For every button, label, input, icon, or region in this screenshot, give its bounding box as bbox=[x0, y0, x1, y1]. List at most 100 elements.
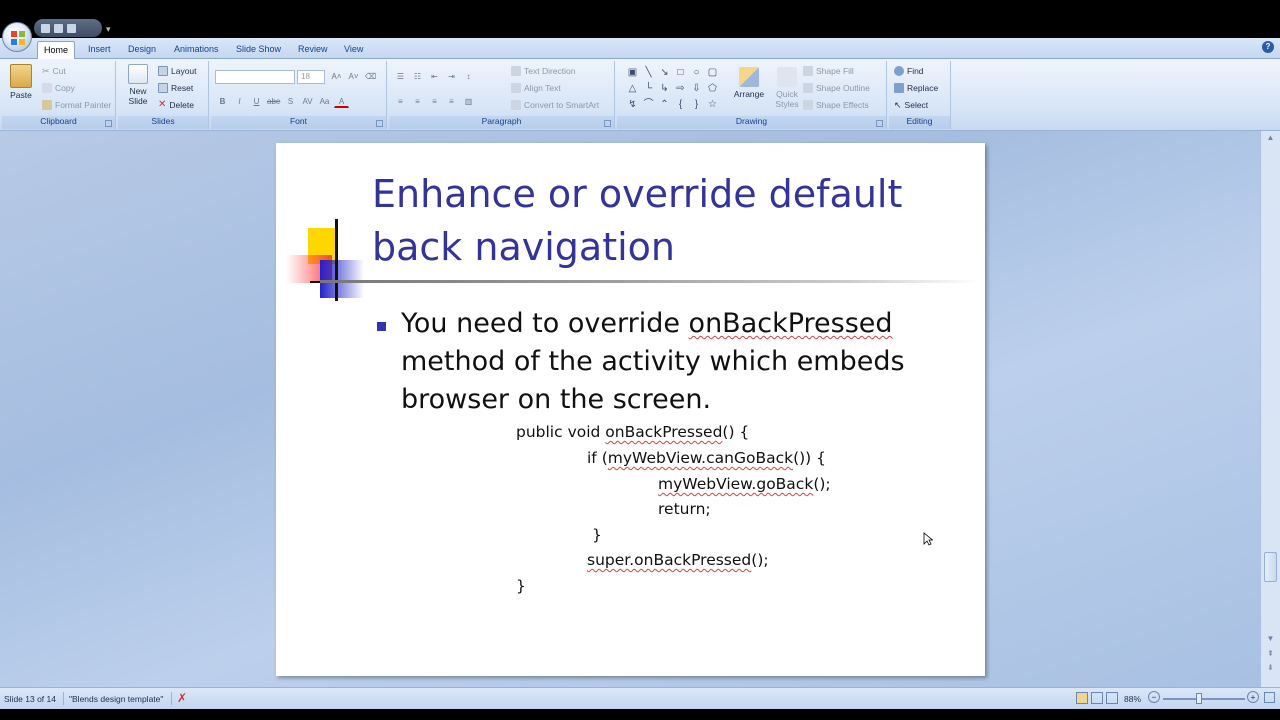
replace-button[interactable]: Replace bbox=[894, 83, 938, 93]
shape-effects-button[interactable]: Shape Effects bbox=[803, 100, 869, 110]
next-slide-icon[interactable]: ⇟ bbox=[1265, 663, 1276, 673]
slide-canvas[interactable]: Enhance or override default back navigat… bbox=[276, 143, 985, 676]
convert-smartart-button[interactable]: Convert to SmartArt bbox=[511, 100, 599, 110]
align-left-icon[interactable]: ≡ bbox=[393, 95, 408, 108]
tab-insert[interactable]: Insert bbox=[82, 41, 117, 59]
oval-shape-icon[interactable]: ○ bbox=[689, 66, 704, 79]
vertical-scrollbar[interactable]: ▲ ▼ ⇞ ⇟ bbox=[1260, 131, 1280, 687]
align-center-icon[interactable]: ≡ bbox=[410, 95, 425, 108]
curve-shape-icon[interactable]: ⌒ bbox=[641, 98, 656, 111]
paragraph-launcher-icon[interactable] bbox=[604, 120, 611, 127]
scroll-thumb[interactable] bbox=[1264, 552, 1277, 582]
arc-shape-icon[interactable]: ⌃ bbox=[657, 98, 672, 111]
qat-customize-icon[interactable]: ▾ bbox=[106, 24, 111, 35]
copy-button[interactable]: Copy bbox=[42, 83, 75, 93]
tab-review[interactable]: Review bbox=[292, 41, 334, 59]
scroll-up-icon[interactable]: ▲ bbox=[1265, 133, 1276, 143]
cut-button[interactable]: ✂ Cut bbox=[42, 66, 66, 76]
tab-home[interactable]: Home bbox=[37, 41, 76, 60]
spell-check-icon[interactable]: ✗ bbox=[177, 691, 187, 705]
rect-shape-icon[interactable]: □ bbox=[673, 66, 688, 79]
star-shape-icon[interactable]: ☆ bbox=[705, 98, 720, 111]
brace-right-shape-icon[interactable]: } bbox=[689, 98, 704, 111]
increase-indent-icon[interactable]: ⇥ bbox=[444, 70, 459, 83]
tab-animations[interactable]: Animations bbox=[168, 41, 225, 59]
tab-design[interactable]: Design bbox=[122, 41, 162, 59]
undo-icon[interactable] bbox=[54, 23, 63, 33]
format-painter-button[interactable]: Format Painter bbox=[42, 100, 111, 110]
tab-view[interactable]: View bbox=[338, 41, 369, 59]
down-arrow-shape-icon[interactable]: ⇩ bbox=[689, 82, 704, 95]
clear-format-icon[interactable]: ⌫ bbox=[363, 70, 378, 83]
elbow-arrow-shape-icon[interactable]: ↳ bbox=[657, 82, 672, 95]
decrease-indent-icon[interactable]: ⇤ bbox=[427, 70, 442, 83]
clipboard-launcher-icon[interactable] bbox=[105, 120, 112, 127]
cut-label: Cut bbox=[52, 66, 66, 76]
arrange-button[interactable]: Arrange bbox=[731, 64, 767, 99]
shrink-font-icon[interactable]: A˅ bbox=[346, 70, 361, 83]
drawing-launcher-icon[interactable] bbox=[876, 120, 883, 127]
rounded-rect-shape-icon[interactable]: ▢ bbox=[705, 66, 720, 79]
tab-slide-show[interactable]: Slide Show bbox=[230, 41, 287, 59]
zoom-in-icon[interactable]: + bbox=[1247, 691, 1259, 703]
shadow-button[interactable]: S bbox=[283, 95, 298, 108]
font-launcher-icon[interactable] bbox=[376, 120, 383, 127]
font-color-button[interactable]: A bbox=[334, 95, 349, 108]
numbering-icon[interactable]: ☷ bbox=[410, 70, 425, 83]
columns-icon[interactable]: ▥ bbox=[461, 95, 476, 108]
normal-view-icon[interactable] bbox=[1076, 692, 1088, 704]
font-name-combo[interactable] bbox=[215, 70, 295, 84]
shape-outline-button[interactable]: Shape Outline bbox=[803, 83, 870, 93]
right-arrow-shape-icon[interactable]: ⇨ bbox=[673, 82, 688, 95]
justify-icon[interactable]: ≡ bbox=[444, 95, 459, 108]
zoom-level[interactable]: 88% bbox=[1124, 694, 1141, 704]
underline-button[interactable]: U bbox=[249, 95, 264, 108]
pentagon-shape-icon[interactable]: ⬠ bbox=[705, 82, 720, 95]
char-spacing-button[interactable]: AV bbox=[300, 95, 315, 108]
scroll-down-icon[interactable]: ▼ bbox=[1265, 634, 1276, 644]
bullets-icon[interactable]: ☰ bbox=[393, 70, 408, 83]
font-size-combo[interactable]: 18 bbox=[297, 70, 325, 84]
zoom-slider-track[interactable] bbox=[1163, 698, 1245, 700]
save-icon[interactable] bbox=[41, 23, 50, 33]
align-text-button[interactable]: Align Text bbox=[511, 83, 561, 93]
reset-button[interactable]: Reset bbox=[158, 83, 193, 93]
grow-font-icon[interactable]: A˄ bbox=[329, 70, 344, 83]
shape-fill-button[interactable]: Shape Fill bbox=[803, 66, 854, 76]
bullet-text[interactable]: You need to override onBackPressed metho… bbox=[401, 305, 961, 419]
brace-left-shape-icon[interactable]: { bbox=[673, 98, 688, 111]
arrange-icon bbox=[739, 67, 759, 87]
align-right-icon[interactable]: ≡ bbox=[427, 95, 442, 108]
slide-show-icon[interactable] bbox=[1106, 692, 1118, 704]
previous-slide-icon[interactable]: ⇞ bbox=[1265, 649, 1276, 659]
delete-button[interactable]: ✕ Delete bbox=[158, 100, 194, 111]
line-shape-icon[interactable]: ╲ bbox=[641, 66, 656, 79]
textbox-shape-icon[interactable]: ▣ bbox=[625, 66, 640, 79]
quick-styles-button[interactable]: Quick Styles bbox=[769, 64, 805, 109]
arrow-shape-icon[interactable]: ↘ bbox=[657, 66, 672, 79]
find-button[interactable]: Find bbox=[894, 66, 924, 76]
redo-icon[interactable] bbox=[67, 23, 76, 33]
lightning-shape-icon[interactable]: ↯ bbox=[625, 98, 640, 111]
fit-to-window-icon[interactable] bbox=[1264, 692, 1275, 703]
change-case-button[interactable]: Aa bbox=[317, 95, 332, 108]
strikethrough-button[interactable]: abe bbox=[266, 95, 281, 108]
layout-button[interactable]: Layout bbox=[158, 66, 197, 76]
slide-sorter-icon[interactable] bbox=[1091, 692, 1103, 704]
slides-group-label: Slides bbox=[118, 116, 208, 129]
select-button[interactable]: ↖ Select bbox=[894, 100, 928, 110]
slide-title[interactable]: Enhance or override default back navigat… bbox=[372, 168, 972, 274]
shapes-gallery[interactable]: ▣ ╲ ↘ □ ○ ▢ △ └ ↳ ⇨ ⇩ ⬠ ↯ ⌒ ⌃{} ☆ bbox=[625, 66, 725, 111]
italic-button[interactable]: I bbox=[232, 95, 247, 108]
elbow-shape-icon[interactable]: └ bbox=[641, 82, 656, 95]
line-spacing-icon[interactable]: ↕ bbox=[461, 70, 476, 83]
paste-button[interactable]: Paste bbox=[6, 64, 36, 100]
triangle-shape-icon[interactable]: △ bbox=[625, 82, 640, 95]
bold-button[interactable]: B bbox=[215, 95, 230, 108]
new-slide-button[interactable]: New Slide bbox=[122, 64, 154, 106]
text-direction-button[interactable]: Text Direction bbox=[511, 66, 576, 76]
office-button[interactable] bbox=[2, 22, 32, 52]
zoom-out-icon[interactable]: − bbox=[1148, 691, 1160, 703]
help-icon[interactable]: ? bbox=[1262, 41, 1274, 53]
zoom-slider-thumb[interactable] bbox=[1196, 693, 1202, 704]
